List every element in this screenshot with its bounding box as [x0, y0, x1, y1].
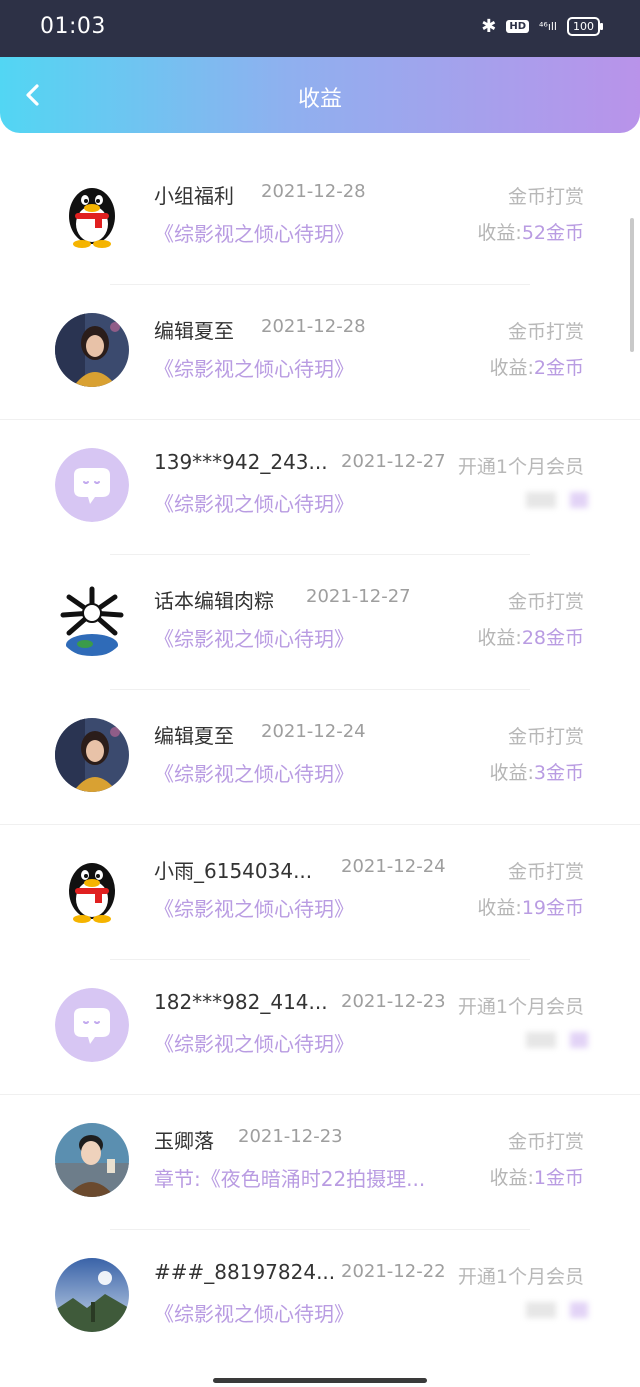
income-type: 金币打赏 [507, 591, 584, 613]
book-title[interactable]: 《综影视之倾心待玥》 [154, 218, 354, 247]
battery-icon: 100 [567, 17, 603, 36]
avatar [55, 1258, 129, 1332]
date: 2021-12-23 [238, 1126, 343, 1147]
book-title[interactable]: 《综影视之倾心待玥》 [154, 758, 354, 787]
chat-bubble-icon [55, 988, 129, 1062]
book-title[interactable]: 《综影视之倾心待玥》 [154, 488, 354, 517]
income-label: 收益: [489, 762, 534, 784]
photo-avatar-icon [55, 1258, 129, 1332]
book-title[interactable]: 《综影视之倾心待玥》 [154, 893, 354, 922]
book-title[interactable]: 章节:《夜色暗涌时22拍摄理... [154, 1163, 425, 1192]
blurred-income [526, 492, 588, 508]
avatar [55, 718, 129, 792]
income-label: 收益: [477, 897, 522, 919]
income-label: 收益: [477, 627, 522, 649]
blurred-income [526, 1302, 588, 1318]
bone-globe-icon [55, 583, 129, 657]
bluetooth-icon: ✱ [481, 16, 497, 37]
income-label: 收益: [489, 1167, 534, 1189]
book-title[interactable]: 《综影视之倾心待玥》 [154, 353, 354, 382]
book-title[interactable]: 《综影视之倾心待玥》 [154, 623, 354, 652]
user-name: 编辑夏至 [154, 319, 234, 343]
page-title: 收益 [297, 87, 342, 112]
qq-penguin-icon [55, 178, 129, 252]
chat-bubble-icon [55, 448, 129, 522]
income-value: 3金币 [533, 762, 584, 784]
list-item[interactable]: 182***982_414... 2021-12-23 开通1个月会员 《综影视… [0, 960, 640, 1095]
income-value: 2金币 [533, 357, 584, 379]
income-type: 开通1个月会员 [457, 996, 584, 1018]
income-value: 1金币 [533, 1167, 584, 1189]
income-label: 收益: [477, 222, 522, 244]
date: 2021-12-22 [341, 1261, 446, 1282]
page-header: 收益 [0, 57, 640, 133]
avatar [55, 313, 129, 387]
photo-avatar-icon [55, 718, 129, 792]
avatar [55, 178, 129, 252]
avatar [55, 448, 129, 522]
avatar [55, 988, 129, 1062]
income: 收益:52金币 [477, 218, 584, 245]
photo-avatar-icon [55, 313, 129, 387]
date: 2021-12-28 [261, 316, 366, 337]
user-name: 小组福利 [154, 184, 234, 208]
date: 2021-12-24 [261, 721, 366, 742]
income-list: 小组福利 2021-12-28 金币打赏 《综影视之倾心待玥》 收益:52金币 … [0, 150, 640, 1365]
book-title[interactable]: 《综影视之倾心待玥》 [154, 1028, 354, 1057]
user-name: 139***942_243... [154, 450, 328, 474]
blurred-income [526, 1032, 588, 1048]
income: 收益:28金币 [477, 623, 584, 650]
avatar [55, 583, 129, 657]
date: 2021-12-27 [306, 586, 411, 607]
status-icons: ✱ HD ⁴⁶ıll 100 [481, 16, 603, 37]
book-title[interactable]: 《综影视之倾心待玥》 [154, 1298, 354, 1327]
user-name: 话本编辑肉粽 [154, 589, 274, 613]
list-item[interactable]: ###_88197824... 2021-12-22 开通1个月会员 《综影视之… [0, 1230, 640, 1365]
income-type: 金币打赏 [507, 726, 584, 748]
income-type: 金币打赏 [507, 861, 584, 883]
avatar [55, 1123, 129, 1197]
photo-avatar-icon [55, 1123, 129, 1197]
user-name: 编辑夏至 [154, 724, 234, 748]
user-name: 182***982_414... [154, 990, 328, 1014]
list-item[interactable]: 话本编辑肉粽 2021-12-27 金币打赏 《综影视之倾心待玥》 收益:28金… [0, 555, 640, 690]
user-name: 玉卿落 [154, 1129, 214, 1153]
income-value: 28金币 [521, 627, 584, 649]
status-bar: 01:03 ✱ HD ⁴⁶ıll 100 [0, 0, 640, 58]
signal-icon: ⁴⁶ıll [539, 20, 557, 33]
income: 收益:3金币 [490, 758, 585, 785]
income-type: 开通1个月会员 [457, 456, 584, 478]
qq-penguin-icon [55, 853, 129, 927]
income: 收益:1金币 [490, 1163, 585, 1190]
user-name: ###_88197824... [154, 1260, 336, 1284]
home-indicator[interactable] [213, 1378, 427, 1383]
date: 2021-12-28 [261, 181, 366, 202]
income-type: 开通1个月会员 [457, 1266, 584, 1288]
income-value: 19金币 [521, 897, 584, 919]
list-item[interactable]: 139***942_243... 2021-12-27 开通1个月会员 《综影视… [0, 420, 640, 555]
scrollbar[interactable] [630, 218, 634, 352]
income: 收益:2金币 [490, 353, 585, 380]
income-type: 金币打赏 [507, 1131, 584, 1153]
date: 2021-12-24 [341, 856, 446, 877]
income-value: 52金币 [521, 222, 584, 244]
date: 2021-12-27 [341, 451, 446, 472]
avatar [55, 853, 129, 927]
list-item[interactable]: 编辑夏至 2021-12-28 金币打赏 《综影视之倾心待玥》 收益:2金币 [0, 285, 640, 420]
income-label: 收益: [489, 357, 534, 379]
income: 收益:19金币 [477, 893, 584, 920]
list-item[interactable]: 小雨_6154034... 2021-12-24 金币打赏 《综影视之倾心待玥》… [0, 825, 640, 960]
list-item[interactable]: 小组福利 2021-12-28 金币打赏 《综影视之倾心待玥》 收益:52金币 [0, 150, 640, 285]
date: 2021-12-23 [341, 991, 446, 1012]
income-type: 金币打赏 [507, 321, 584, 343]
list-item[interactable]: 编辑夏至 2021-12-24 金币打赏 《综影视之倾心待玥》 收益:3金币 [0, 690, 640, 825]
status-time: 01:03 [40, 14, 106, 39]
list-item[interactable]: 玉卿落 2021-12-23 金币打赏 章节:《夜色暗涌时22拍摄理... 收益… [0, 1095, 640, 1230]
hd-icon: HD [506, 20, 529, 33]
income-type: 金币打赏 [507, 186, 584, 208]
user-name: 小雨_6154034... [154, 859, 313, 883]
